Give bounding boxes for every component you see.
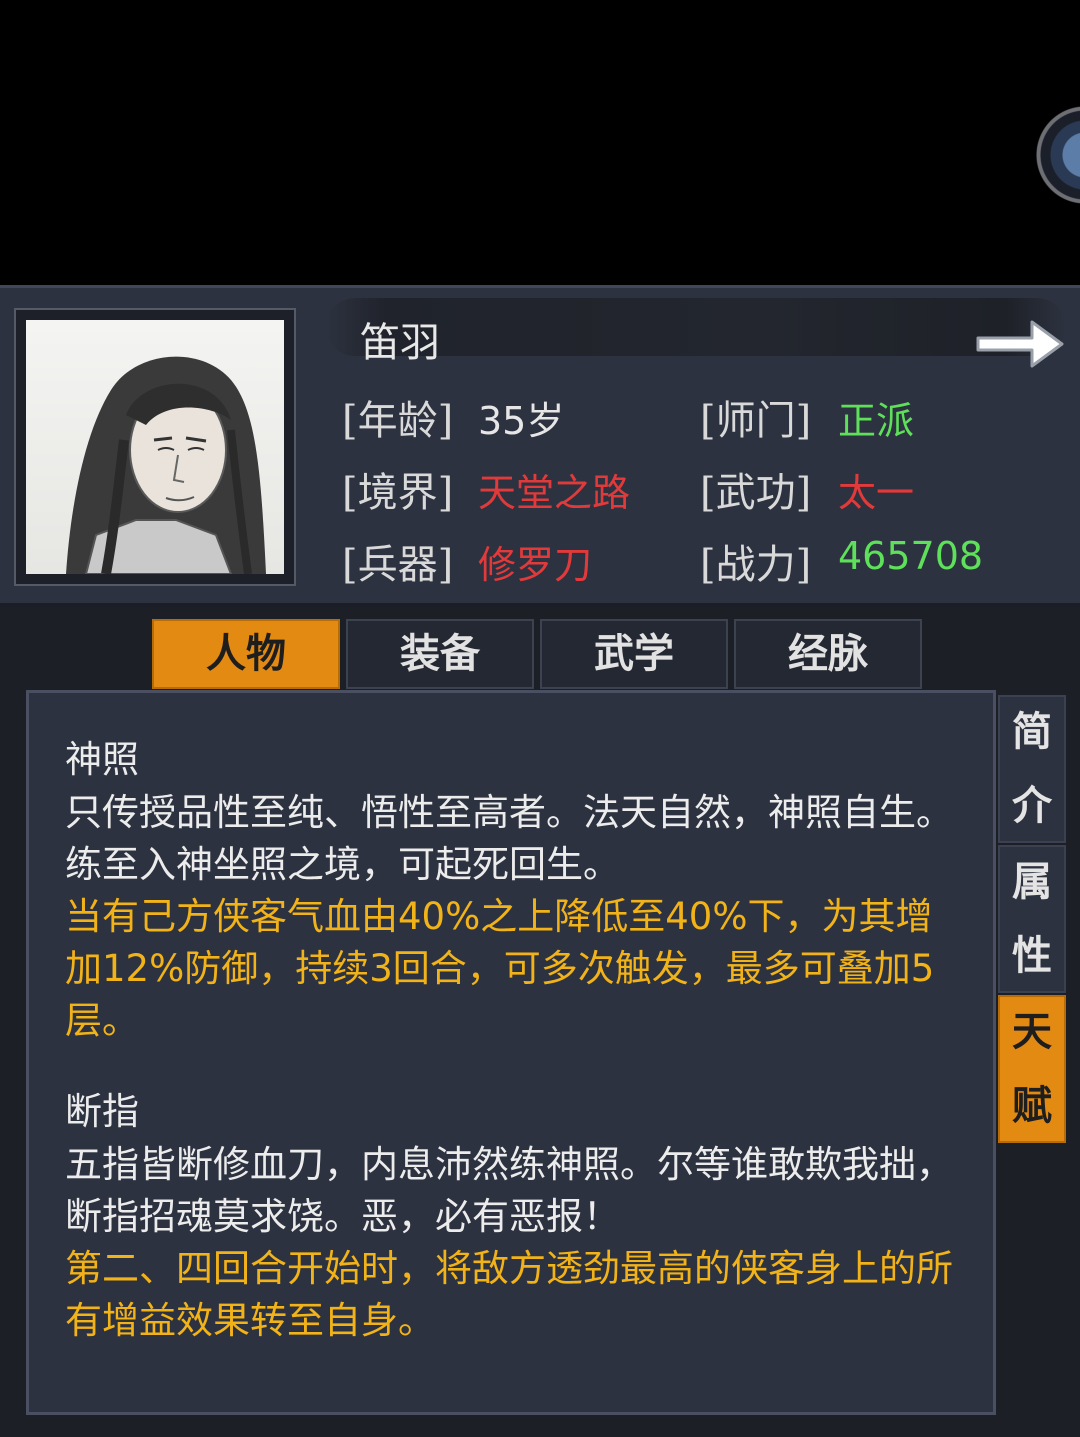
talent-entry: 断指 五指皆断修血刀，内息沛然练神照。尔等谁敢欺我拙，断指招魂莫求饶。恶，必有恶… xyxy=(65,1085,965,1347)
side-tab-attributes[interactable]: 属性 xyxy=(998,845,1066,993)
talent-effect: 当有己方侠客气血由40%之上降低至40%下，为其增加12%防御，持续3回合，可多… xyxy=(65,895,935,1042)
talent-description: 五指皆断修血刀，内息沛然练神照。尔等谁敢欺我拙，断指招魂莫求饶。恶，必有恶报！ xyxy=(65,1143,953,1238)
talent-content: 神照 只传授品性至纯、悟性至高者。法天自然，神照自生。练至入神坐照之境，可起死回… xyxy=(26,690,996,1415)
tab-martial-arts[interactable]: 武学 xyxy=(540,619,728,689)
side-tab-label: 简介 xyxy=(1000,695,1064,843)
talent-name: 神照 xyxy=(65,738,139,781)
stat-label-age: [年龄] xyxy=(342,398,454,444)
side-tab-char: 性 xyxy=(1012,932,1052,979)
talent-entry: 神照 只传授品性至纯、悟性至高者。法天自然，神照自生。练至入神坐照之境，可起死回… xyxy=(65,733,965,1047)
top-blank-area xyxy=(0,0,1080,285)
character-name: 笛羽 xyxy=(360,320,440,366)
stat-label-realm: [境界] xyxy=(342,470,454,516)
main-tabs: 人物 装备 武学 经脉 xyxy=(148,619,933,691)
tab-meridians[interactable]: 经脉 xyxy=(734,619,922,689)
side-tab-label: 属性 xyxy=(1000,845,1064,993)
side-tab-intro[interactable]: 简介 xyxy=(998,695,1066,843)
tab-equipment[interactable]: 装备 xyxy=(346,619,534,689)
stat-label-martial: [武功] xyxy=(700,470,812,516)
stat-label-weapon: [兵器] xyxy=(342,542,454,588)
next-arrow-button[interactable] xyxy=(972,308,1068,376)
side-tab-char: 赋 xyxy=(1012,1082,1052,1129)
talent-description: 只传授品性至纯、悟性至高者。法天自然，神照自生。练至入神坐照之境，可起死回生。 xyxy=(65,791,953,886)
stat-label-sect: [师门] xyxy=(700,398,812,444)
stat-value-sect: 正派 xyxy=(838,399,915,443)
stat-value-age: 35岁 xyxy=(478,399,565,443)
stat-label-power: [战力] xyxy=(700,542,812,588)
side-tab-label: 天赋 xyxy=(1000,995,1064,1143)
tab-character[interactable]: 人物 xyxy=(152,619,340,689)
talent-effect: 第二、四回合开始时，将敌方透劲最高的侠客身上的所有增益效果转至自身。 xyxy=(65,1247,953,1342)
stat-value-weapon: 修罗刀 xyxy=(478,543,593,587)
stat-value-power: 465708 xyxy=(838,534,984,578)
portrait-frame xyxy=(14,308,296,586)
side-tab-talent[interactable]: 天赋 xyxy=(998,995,1066,1143)
character-header: 笛羽 [年龄] 35岁 [师门] 正派 [境界] 天堂之路 [武功] 太一 [兵… xyxy=(0,285,1080,607)
arrow-right-icon xyxy=(976,320,1064,368)
side-tab-char: 介 xyxy=(1012,782,1052,829)
side-tab-char: 天 xyxy=(1012,1008,1052,1055)
character-portrait xyxy=(26,320,284,574)
detail-panel: 人物 装备 武学 经脉 神照 只传授品性至纯、悟性至高者。法天自然，神照自生。练… xyxy=(0,607,1080,1437)
portrait-illustration xyxy=(66,356,266,574)
side-tab-char: 属 xyxy=(1012,858,1052,905)
stat-value-realm: 天堂之路 xyxy=(478,471,631,515)
stat-value-martial: 太一 xyxy=(838,471,915,515)
side-tabs: 简介 属性 天赋 xyxy=(998,695,1068,1155)
side-tab-char: 简 xyxy=(1012,708,1052,755)
talent-name: 断指 xyxy=(65,1090,139,1133)
